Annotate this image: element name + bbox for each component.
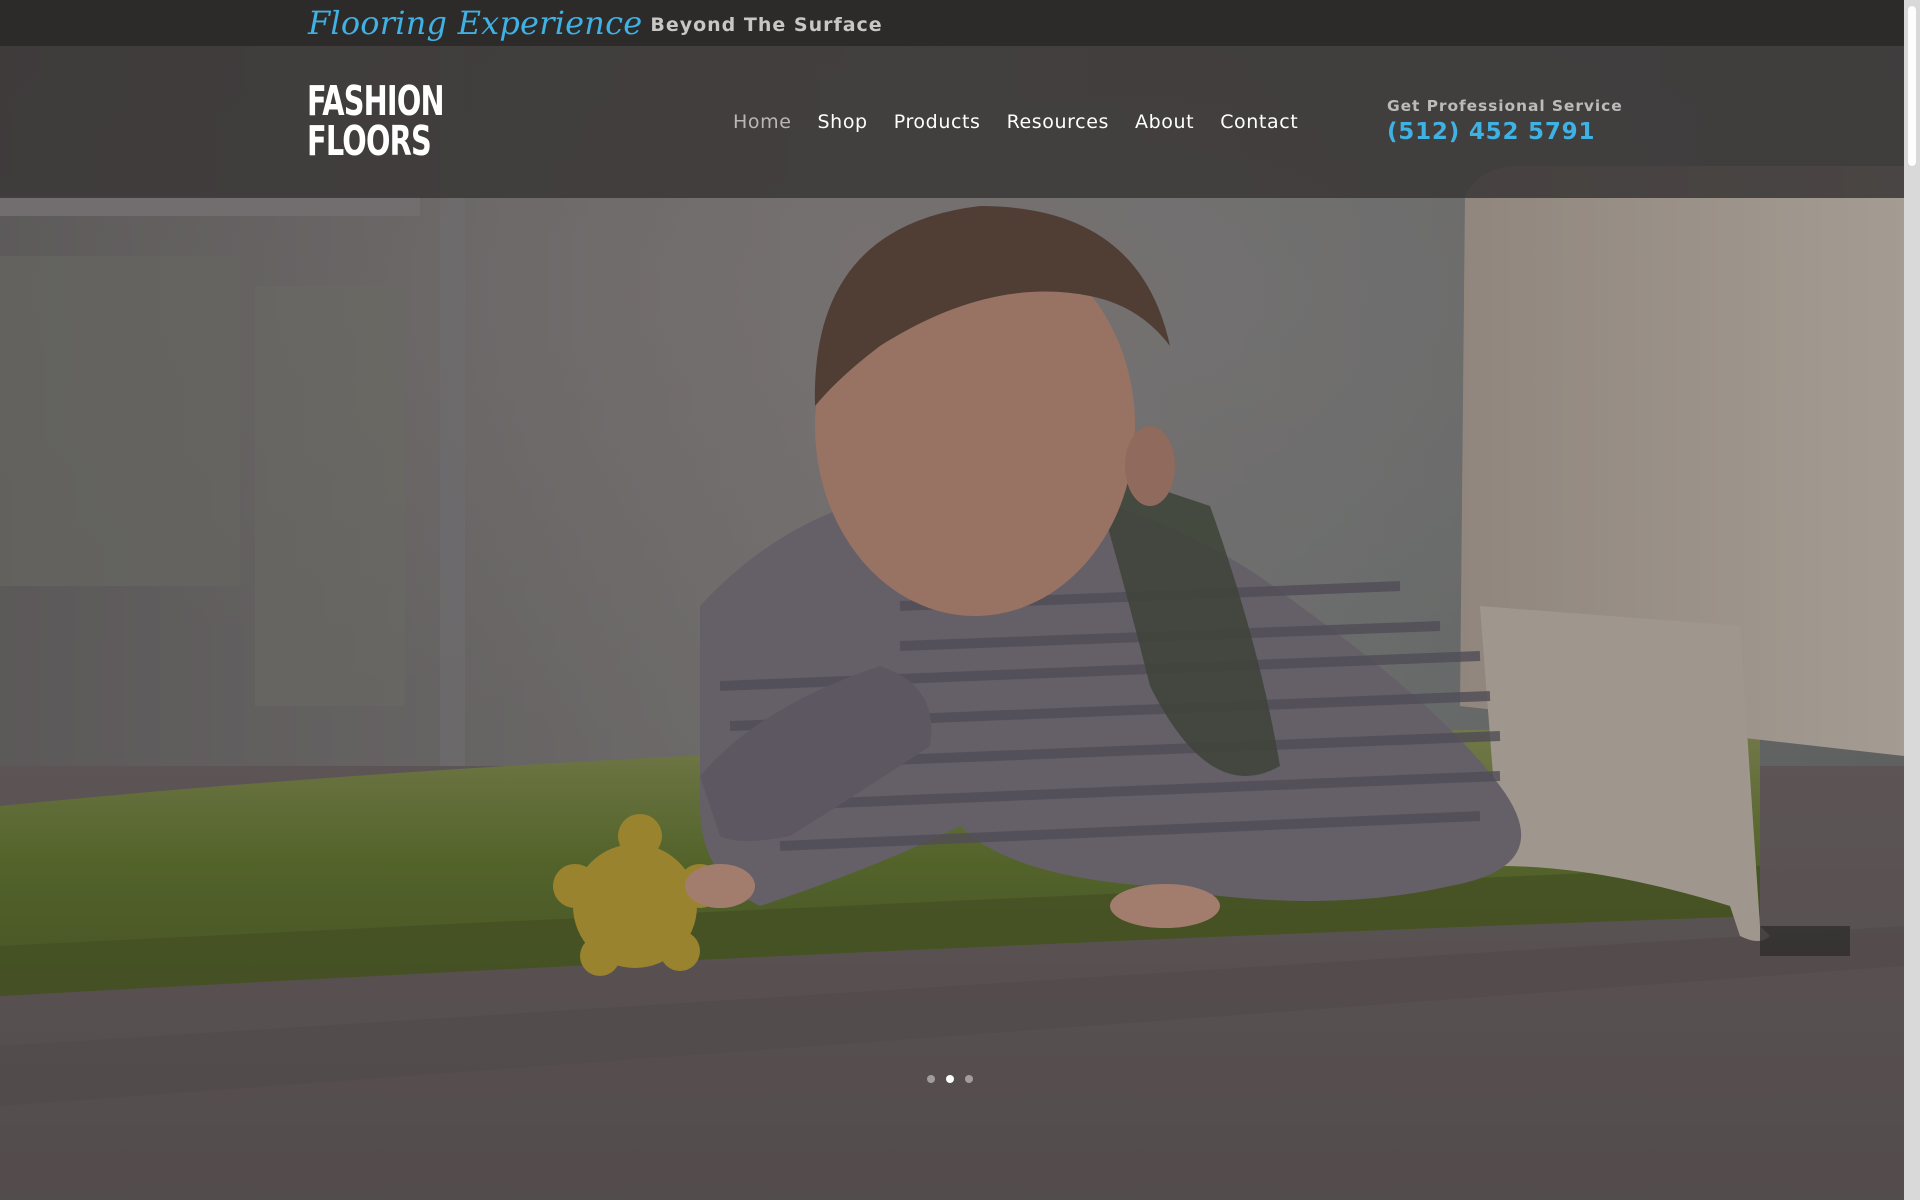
slider-dot-2[interactable] — [946, 1075, 954, 1083]
service-contact: Get Professional Service (512) 452 5791 — [1387, 97, 1623, 145]
hero-image — [0, 46, 1904, 1200]
site-header: FASHION FLOORS Home Shop Products Resour… — [0, 46, 1904, 198]
tagline: Flooring Experience Beyond The Surface — [308, 0, 883, 46]
nav-item-home[interactable]: Home — [733, 111, 792, 133]
page-scrollbar[interactable] — [1904, 0, 1920, 1200]
top-bar: Flooring Experience Beyond The Surface — [0, 0, 1904, 46]
main-nav: Home Shop Products Resources About Conta… — [733, 46, 1324, 198]
nav-item-resources[interactable]: Resources — [1007, 111, 1109, 133]
service-label: Get Professional Service — [1387, 97, 1623, 115]
logo-line-2: FLOORS — [307, 117, 432, 165]
nav-item-about[interactable]: About — [1135, 111, 1194, 133]
tagline-script-text: Flooring Experience — [308, 4, 643, 42]
nav-item-shop[interactable]: Shop — [818, 111, 868, 133]
phone-link[interactable]: (512) 452 5791 — [1387, 119, 1623, 145]
nav-item-products[interactable]: Products — [894, 111, 981, 133]
nav-item-contact[interactable]: Contact — [1220, 111, 1298, 133]
hero-slider — [0, 46, 1904, 1200]
slider-dot-1[interactable] — [927, 1075, 935, 1083]
scrollbar-thumb[interactable] — [1908, 6, 1916, 166]
slider-dot-3[interactable] — [965, 1075, 973, 1083]
logo-line-1: FASHION — [307, 77, 445, 125]
fashion-floors-logo[interactable]: FASHION FLOORS — [307, 77, 445, 165]
slider-pagination — [927, 1075, 973, 1083]
tagline-subtext: Beyond The Surface — [650, 14, 883, 36]
